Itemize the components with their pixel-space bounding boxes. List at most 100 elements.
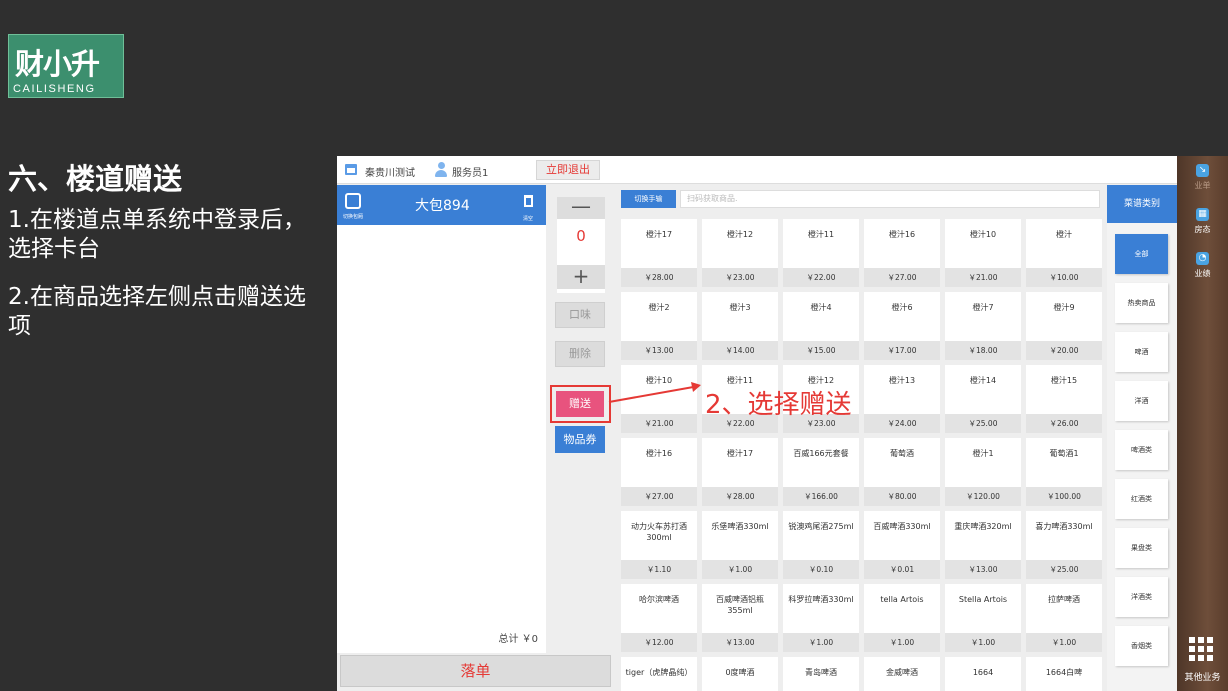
product-card[interactable]: 锐澳鸡尾酒275ml ￥0.10 — [783, 511, 859, 579]
voucher-button[interactable]: 物品券 — [555, 426, 605, 453]
product-price: ￥80.00 — [864, 487, 940, 506]
product-price: ￥1.00 — [945, 633, 1021, 652]
product-name: tiger（虎牌晶纯） — [625, 668, 693, 677]
qty-plus-button[interactable]: + — [557, 265, 605, 289]
category-item[interactable]: 果盘类 — [1115, 528, 1168, 568]
product-card[interactable]: 橙汁14 ￥25.00 — [945, 365, 1021, 433]
product-price: ￥28.00 — [702, 487, 778, 506]
other-business-button[interactable]: 其他业务 — [1177, 670, 1228, 683]
product-card[interactable]: 橙汁15 ￥26.00 — [1026, 365, 1102, 433]
pos-app-screenshot: 秦贵川测试 服务员1 立即退出 切换包厢 大包894 清空 总计 ￥0 落单 —… — [337, 156, 1177, 691]
order-total: 总计 ￥0 — [498, 634, 538, 645]
category-item[interactable]: 热卖商品 — [1115, 283, 1168, 323]
product-card[interactable]: 葡萄酒 ￥80.00 — [864, 438, 940, 506]
product-card[interactable]: 百威166元套餐 ￥166.00 — [783, 438, 859, 506]
store-icon — [345, 164, 357, 175]
product-card[interactable]: Stella Artois ￥1.00 — [945, 584, 1021, 652]
product-card[interactable]: 百威啤酒330ml ￥0.01 — [864, 511, 940, 579]
category-item[interactable]: 红酒类 — [1115, 479, 1168, 519]
product-card[interactable]: 橙汁13 ￥24.00 — [864, 365, 940, 433]
product-card[interactable]: 橙汁16 ￥27.00 — [621, 438, 697, 506]
hand-input-toggle[interactable]: 切换手输 — [621, 190, 676, 208]
product-card[interactable]: 1664白啤 — [1026, 657, 1102, 691]
qty-minus-button[interactable]: — — [557, 196, 605, 219]
product-price: ￥13.00 — [702, 633, 778, 652]
product-name: 橙汁10 — [969, 230, 997, 239]
product-card[interactable]: 橙汁2 ￥13.00 — [621, 292, 697, 360]
product-card[interactable]: 橙汁12 ￥23.00 — [702, 219, 778, 287]
product-card[interactable]: 青岛啤酒 — [783, 657, 859, 691]
sidebar-item-rooms[interactable]: ▦ 房态 — [1177, 208, 1228, 235]
search-input[interactable]: 扫码获取商品. — [680, 190, 1100, 208]
apps-grid-icon[interactable] — [1189, 637, 1213, 661]
product-card[interactable]: 橙汁7 ￥18.00 — [945, 292, 1021, 360]
product-card[interactable]: 0度啤酒 — [702, 657, 778, 691]
product-card[interactable]: tella Artois ￥1.00 — [864, 584, 940, 652]
switch-table-icon[interactable] — [345, 193, 361, 209]
product-name: 百威啤酒铝瓶355ml — [716, 595, 764, 615]
product-card[interactable]: 橙汁 ￥10.00 — [1026, 219, 1102, 287]
product-card[interactable]: 百威啤酒铝瓶355ml ￥13.00 — [702, 584, 778, 652]
place-order-button[interactable]: 落单 — [340, 655, 611, 687]
product-price: ￥26.00 — [1026, 414, 1102, 433]
product-card[interactable]: 橙汁3 ￥14.00 — [702, 292, 778, 360]
product-name: 橙汁15 — [1050, 376, 1078, 385]
product-card[interactable]: 橙汁17 ￥28.00 — [621, 219, 697, 287]
product-price: ￥15.00 — [783, 341, 859, 360]
product-grid: 橙汁17 ￥28.00 橙汁12 ￥23.00 橙汁11 ￥22.00 橙汁16 ￥27.00… — [621, 219, 1105, 691]
category-item[interactable]: 洋酒类 — [1115, 577, 1168, 617]
category-item[interactable]: 香烟类 — [1115, 626, 1168, 666]
category-item[interactable]: 全部 — [1115, 234, 1168, 274]
rooms-icon: ▦ — [1196, 208, 1209, 221]
category-item[interactable]: 啤酒 — [1115, 332, 1168, 372]
product-card[interactable]: 乐堡啤酒330ml ￥1.00 — [702, 511, 778, 579]
step-2-text: 2.在商品选择左侧点击赠送选项 — [8, 284, 306, 339]
product-price: ￥27.00 — [864, 268, 940, 287]
product-card[interactable]: 1664 — [945, 657, 1021, 691]
product-card[interactable]: 橙汁17 ￥28.00 — [702, 438, 778, 506]
product-card[interactable]: 哈尔滨啤酒 ￥12.00 — [621, 584, 697, 652]
product-name: 1664 — [972, 668, 994, 677]
product-card[interactable]: 葡萄酒1 ￥100.00 — [1026, 438, 1102, 506]
order-list: 总计 ￥0 — [337, 225, 546, 653]
product-card[interactable]: 重庆啤酒320ml ￥13.00 — [945, 511, 1021, 579]
product-card[interactable]: tiger（虎牌晶纯） — [621, 657, 697, 691]
product-name: 0度啤酒 — [725, 668, 755, 677]
logout-button[interactable]: 立即退出 — [536, 160, 600, 180]
product-card[interactable]: 橙汁10 ￥21.00 — [945, 219, 1021, 287]
product-name: 橙汁11 — [807, 230, 835, 239]
product-card[interactable]: 动力火车苏打酒300ml ￥1.10 — [621, 511, 697, 579]
product-price: ￥1.00 — [864, 633, 940, 652]
chart-icon: ↘ — [1196, 164, 1209, 177]
product-price: ￥1.00 — [702, 560, 778, 579]
product-name: 橙汁12 — [726, 230, 754, 239]
product-card[interactable]: 橙汁4 ￥15.00 — [783, 292, 859, 360]
product-card[interactable]: 橙汁16 ￥27.00 — [864, 219, 940, 287]
product-card[interactable]: 橙汁1 ￥120.00 — [945, 438, 1021, 506]
sidebar-item-performance[interactable]: ◔ 业绩 — [1177, 252, 1228, 279]
user-icon — [435, 162, 447, 177]
sidebar-item-orders[interactable]: ↘ 业单 — [1177, 164, 1228, 191]
category-item[interactable]: 洋酒 — [1115, 381, 1168, 421]
gift-button[interactable]: 赠送 — [556, 391, 604, 417]
product-price: ￥21.00 — [621, 414, 697, 433]
brand-logo: 财小升 CAILISHENG — [8, 34, 124, 98]
taste-button[interactable]: 口味 — [555, 302, 605, 328]
product-card[interactable]: 橙汁6 ￥17.00 — [864, 292, 940, 360]
product-card[interactable]: 橙汁11 ￥22.00 — [783, 219, 859, 287]
product-name: 橙汁16 — [645, 449, 673, 458]
product-price: ￥21.00 — [945, 268, 1021, 287]
category-item[interactable]: 啤酒类 — [1115, 430, 1168, 470]
product-card[interactable]: 金威啤酒 — [864, 657, 940, 691]
product-name: 橙汁3 — [729, 303, 751, 312]
product-name: 重庆啤酒320ml — [954, 522, 1012, 531]
product-price: ￥1.10 — [621, 560, 697, 579]
product-card[interactable]: 科罗拉啤酒330ml ￥1.00 — [783, 584, 859, 652]
product-card[interactable]: 喜力啤酒330ml ￥25.00 — [1026, 511, 1102, 579]
delete-button[interactable]: 删除 — [555, 341, 605, 367]
product-price: ￥20.00 — [1026, 341, 1102, 360]
product-card[interactable]: 拉萨啤酒 ￥1.00 — [1026, 584, 1102, 652]
trash-icon[interactable] — [524, 195, 533, 207]
product-name: 金威啤酒 — [886, 668, 918, 677]
product-card[interactable]: 橙汁9 ￥20.00 — [1026, 292, 1102, 360]
